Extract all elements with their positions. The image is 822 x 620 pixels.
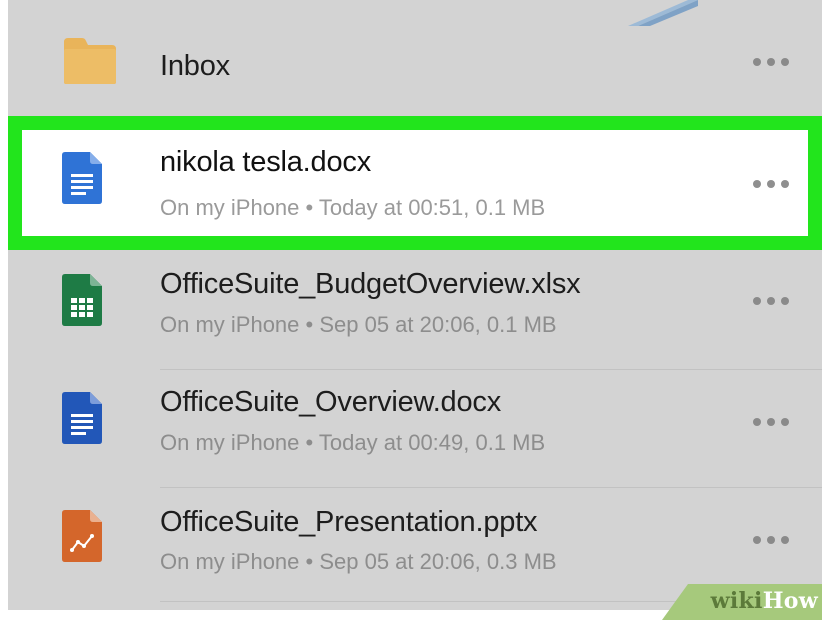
file-meta: On my iPhone • Sep 05 at 20:06, 0.3 MB	[160, 549, 557, 574]
docx-icon	[62, 392, 102, 449]
file-meta: On my iPhone • Today at 00:51, 0.1 MB	[160, 195, 546, 220]
file-name: OfficeSuite_BudgetOverview.xlsx	[160, 268, 581, 300]
more-options-icon[interactable]	[753, 535, 789, 545]
file-row-nikola-tesla[interactable]: nikola tesla.docx On my iPhone • Today a…	[8, 116, 822, 250]
pencil-icon	[628, 0, 698, 31]
file-row-budget-overview[interactable]: OfficeSuite_BudgetOverview.xlsx On my iP…	[8, 250, 822, 370]
file-name: nikola tesla.docx	[160, 146, 371, 178]
folder-icon	[62, 36, 118, 91]
file-meta: On my iPhone • Today at 00:49, 0.1 MB	[160, 430, 546, 455]
more-options-icon[interactable]	[753, 57, 789, 67]
pptx-icon	[62, 510, 102, 567]
docx-icon	[62, 152, 102, 209]
file-row-overview[interactable]: OfficeSuite_Overview.docx On my iPhone •…	[8, 370, 822, 488]
file-name: OfficeSuite_Overview.docx	[160, 386, 502, 418]
wikihow-logo: wikiHow	[710, 588, 818, 614]
more-options-icon[interactable]	[753, 296, 789, 306]
file-list: Inbox nikola tesla.docx On my iPhone • T…	[8, 0, 822, 610]
xlsx-icon	[62, 274, 102, 331]
file-meta: On my iPhone • Sep 05 at 20:06, 0.1 MB	[160, 312, 557, 337]
file-name: Inbox	[160, 50, 230, 82]
wikihow-watermark: wikiHow	[662, 584, 822, 620]
screen: Inbox nikola tesla.docx On my iPhone • T…	[0, 0, 822, 620]
more-options-icon[interactable]	[753, 179, 789, 189]
file-row-inbox[interactable]: Inbox	[8, 0, 822, 116]
file-name: OfficeSuite_Presentation.pptx	[160, 506, 538, 538]
more-options-icon[interactable]	[753, 417, 789, 427]
